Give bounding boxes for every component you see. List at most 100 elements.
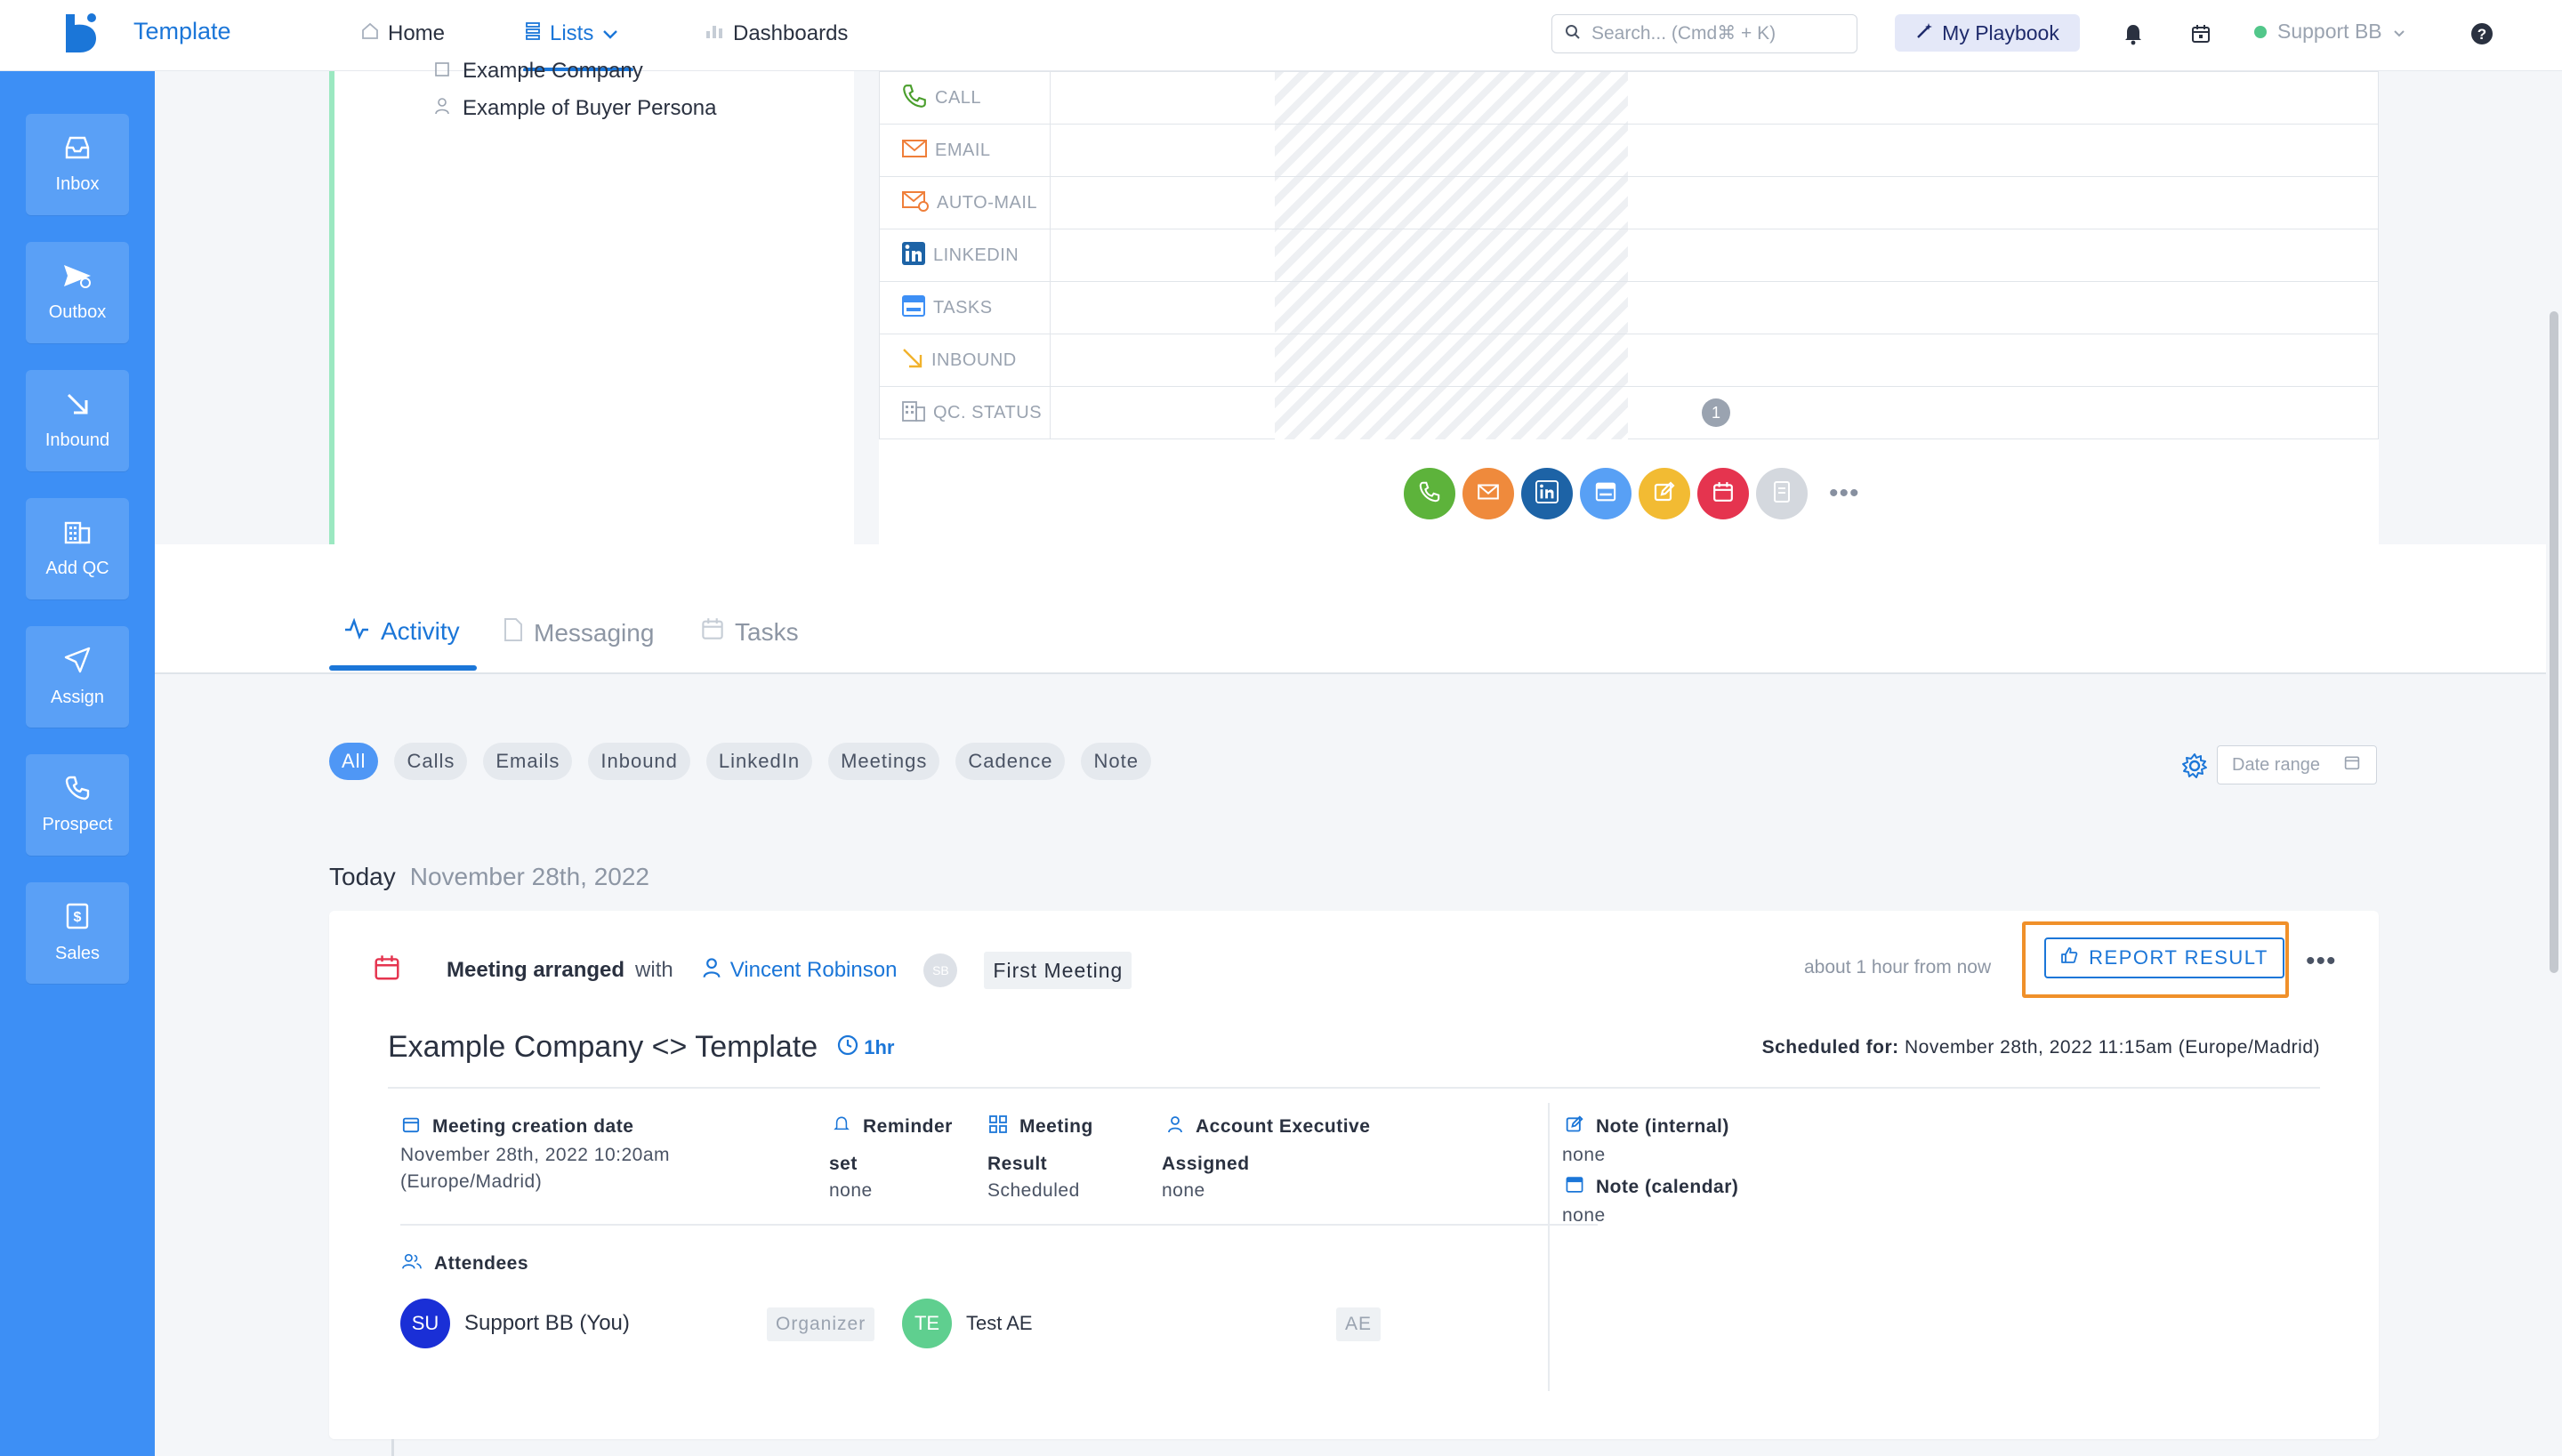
sidebar-item-label: Add QC [45, 558, 109, 578]
cadence-channel-card: CALL EMAIL AUTO-MAIL LINKEDIN TASKS INBO… [879, 71, 2379, 544]
bell-icon[interactable] [2119, 20, 2147, 48]
related-entities-card: Example Company Example of Buyer Persona [329, 59, 854, 544]
edit-icon [1654, 480, 1675, 507]
meeting-summary-row: Meeting arranged with Vincent Robinson S… [374, 952, 1132, 989]
magic-wand-icon [1915, 21, 1933, 45]
top-navigation: Template Home Lists Dashboards My Playbo… [0, 0, 2562, 72]
svg-text:$: $ [74, 910, 82, 925]
filter-chip-note[interactable]: Note [1081, 743, 1151, 780]
nav-home-label: Home [388, 21, 446, 45]
active-tab-indicator [329, 665, 477, 671]
call-action-button[interactable] [1404, 468, 1455, 519]
building-icon [64, 519, 91, 550]
filter-chip-meetings[interactable]: Meetings [828, 743, 940, 780]
filter-chip-all[interactable]: All [329, 743, 379, 780]
channel-row-auto-mail: AUTO-MAIL [880, 176, 2378, 229]
channel-name: EMAIL [935, 141, 991, 160]
mail-icon [1477, 483, 1500, 505]
filter-chip-calls[interactable]: Calls [394, 743, 468, 780]
page-scrollbar-thumb[interactable] [2550, 311, 2558, 973]
tree-item-buyer-persona[interactable]: Example of Buyer Persona [434, 96, 716, 121]
channel-label: EMAIL [880, 125, 1051, 177]
nav-lists[interactable]: Lists [525, 16, 618, 52]
info-label-text: Note (calendar) [1596, 1177, 1739, 1197]
nav-dashboards[interactable]: Dashboards [705, 16, 848, 52]
tab-messaging[interactable]: Messaging [504, 617, 654, 648]
filter-chip-inbound[interactable]: Inbound [588, 743, 690, 780]
meeting-duration: 1hr [837, 1034, 894, 1061]
meeting-action-button[interactable] [1697, 468, 1749, 519]
report-result-button[interactable]: REPORT RESULT [2044, 937, 2284, 978]
sidebar-item-assign[interactable]: Assign [26, 626, 129, 728]
sidebar-item-label: Inbox [55, 173, 100, 194]
channel-row-call: CALL [880, 71, 2378, 125]
bell-icon [833, 1115, 850, 1138]
date-range-picker[interactable]: Date range [2217, 745, 2377, 784]
phone-icon [901, 83, 928, 115]
scheduled-value: November 28th, 2022 11:15am (Europe/Madr… [1904, 1037, 2320, 1058]
sidebar-item-prospect[interactable]: Prospect [26, 754, 129, 856]
channel-row-qc-status: QC. STATUS [880, 386, 2378, 439]
sidebar-item-label: Assign [50, 687, 105, 707]
report-result-label: REPORT RESULT [2089, 946, 2268, 969]
channel-label: AUTO-MAIL [880, 177, 1051, 229]
global-search[interactable] [1551, 14, 1857, 53]
filter-chip-cadence[interactable]: Cadence [955, 743, 1066, 780]
tab-tasks[interactable]: Tasks [701, 617, 799, 647]
info-label-text: Note (internal) [1596, 1116, 1729, 1137]
tree-item-company[interactable]: Example Company [434, 59, 643, 84]
reminder-label: Reminder [833, 1115, 953, 1138]
user-icon [1167, 1115, 1183, 1138]
email-action-button[interactable] [1462, 468, 1514, 519]
sidebar-item-add-qc[interactable]: Add QC [26, 498, 129, 599]
inbox-icon [63, 135, 92, 165]
filter-chip-linkedin[interactable]: LinkedIn [705, 743, 813, 780]
sidebar-item-outbox[interactable]: Outbox [26, 242, 129, 343]
brand-name[interactable]: Template [133, 18, 231, 45]
search-input[interactable] [1591, 23, 1841, 44]
task-icon [901, 294, 926, 323]
info-label-text: Reminder [863, 1116, 953, 1137]
sidebar-item-inbox[interactable]: Inbox [26, 114, 129, 215]
bar-chart-icon [705, 21, 724, 46]
channel-row-linkedin: LINKEDIN [880, 229, 2378, 282]
channel-label: INBOUND [880, 334, 1051, 387]
gear-icon[interactable] [2181, 752, 2208, 784]
sidebar-item-inbound[interactable]: Inbound [26, 370, 129, 471]
more-options-icon[interactable]: ••• [2306, 946, 2337, 977]
note-internal-label: Note (internal) [1566, 1115, 1729, 1138]
more-actions-icon[interactable]: ••• [1829, 479, 1860, 509]
meeting-result-label: Meeting [989, 1115, 1093, 1138]
filter-chip-emails[interactable]: Emails [483, 743, 573, 780]
info-label-text: Meeting creation date [432, 1116, 634, 1137]
channel-name: CALL [935, 88, 982, 108]
qc-status-count-badge[interactable]: 1 [1702, 398, 1730, 427]
phone-icon [65, 776, 90, 806]
task-action-button[interactable] [1580, 468, 1631, 519]
help-icon[interactable]: ? [2468, 20, 2496, 48]
document-icon [1773, 480, 1791, 508]
my-playbook-button[interactable]: My Playbook [1895, 14, 2080, 52]
list-icon [525, 21, 541, 47]
nav-home[interactable]: Home [361, 16, 445, 52]
app-logo[interactable] [62, 12, 100, 53]
tabs-background [155, 544, 2562, 603]
meeting-type-badge: First Meeting [984, 952, 1132, 989]
chevron-down-icon [2393, 20, 2405, 44]
document-action-button[interactable] [1756, 468, 1808, 519]
tab-activity[interactable]: Activity [343, 617, 460, 646]
sidebar-item-label: Prospect [42, 814, 113, 834]
user-menu[interactable]: Support BB [2254, 20, 2405, 44]
sidebar-item-sales[interactable]: $ Sales [26, 882, 129, 984]
meeting-result-value: Scheduled [987, 1180, 1080, 1201]
day-label: Today [329, 863, 396, 890]
linkedin-action-button[interactable] [1521, 468, 1573, 519]
channel-label: QC. STATUS [880, 387, 1051, 439]
note-action-button[interactable] [1639, 468, 1690, 519]
avatar: TE [902, 1299, 952, 1348]
calendar-icon[interactable] [2187, 20, 2215, 48]
contact-link[interactable]: Vincent Robinson [702, 957, 897, 985]
tab-label: Messaging [534, 618, 655, 647]
dollar-icon: $ [65, 903, 90, 935]
account-executive-label: Account Executive [1167, 1115, 1370, 1138]
